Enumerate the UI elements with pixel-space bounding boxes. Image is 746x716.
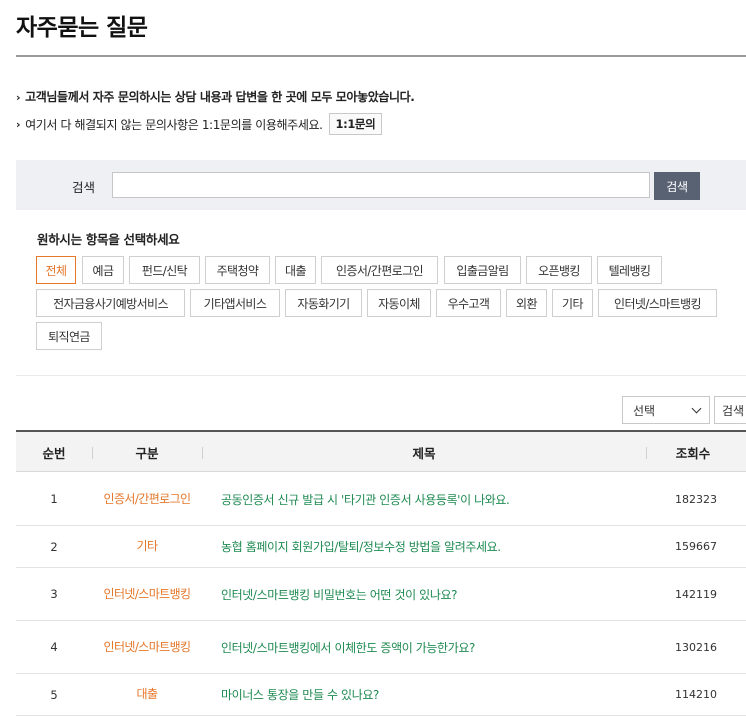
category-other[interactable]: 기타 bbox=[552, 289, 593, 317]
category-other-app-services[interactable]: 기타앱서비스 bbox=[190, 289, 280, 317]
one-to-one-inquiry-button[interactable]: 1:1문의 bbox=[328, 113, 383, 135]
row-number: 3 bbox=[50, 587, 58, 601]
table-row: 3 인터넷/스마트뱅킹 인터넷/스마트뱅킹 비밀번호는 어떤 것이 있나요? 1… bbox=[16, 568, 746, 621]
row-views: 142119 bbox=[675, 587, 717, 601]
filter-search-button[interactable]: 검색 bbox=[714, 396, 746, 424]
row-title-link[interactable]: 마이너스 통장을 만들 수 있나요? bbox=[221, 674, 651, 715]
row-number: 5 bbox=[50, 687, 58, 702]
row-category: 대출 bbox=[136, 687, 158, 701]
category-heading: 원하시는 항목을 선택하세요 bbox=[37, 232, 180, 247]
page-title: 자주묻는 질문 bbox=[16, 15, 148, 41]
category-certificate-login[interactable]: 인증서/간편로그인 bbox=[321, 256, 438, 284]
row-title-link[interactable]: 인터넷/스마트뱅킹에서 이체한도 증액이 가능한가요? bbox=[221, 621, 651, 673]
header-number: 순번 bbox=[42, 445, 66, 461]
table-row: 5 대출 마이너스 통장을 만들 수 있나요? 114210 bbox=[16, 674, 746, 716]
search-input[interactable] bbox=[112, 172, 650, 198]
notice-line-1: › 고객님들께서 자주 문의하시는 상담 내용과 답변을 한 곳에 모두 모아놓았… bbox=[16, 88, 415, 105]
search-button[interactable]: 검색 bbox=[654, 172, 700, 200]
table-header: 순번 구분 제목 조회수 bbox=[16, 432, 746, 472]
table-row: 4 인터넷/스마트뱅킹 인터넷/스마트뱅킹에서 이체한도 증액이 가능한가요? … bbox=[16, 621, 746, 674]
category-fund-trust[interactable]: 펀드/신탁 bbox=[129, 256, 200, 284]
search-type-select[interactable]: 선택 bbox=[622, 396, 710, 424]
search-label: 검색 bbox=[72, 180, 96, 195]
row-views: 159667 bbox=[675, 540, 717, 553]
table-row: 2 기타 농협 홈페이지 회원가입/탈퇴/정보수정 방법을 알려주세요. 159… bbox=[16, 526, 746, 568]
row-category: 인터넷/스마트뱅킹 bbox=[103, 586, 192, 601]
chevron-right-icon: › bbox=[16, 91, 21, 104]
notice-text-2: 여기서 다 해결되지 않는 문의사항은 1:1문의를 이용해주세요. bbox=[25, 117, 323, 132]
row-category: 기타 bbox=[136, 539, 158, 553]
header-views: 조회수 bbox=[675, 445, 711, 461]
row-views: 182323 bbox=[675, 492, 717, 506]
category-deposit[interactable]: 예금 bbox=[82, 256, 124, 284]
category-foreign-exchange[interactable]: 외환 bbox=[506, 289, 547, 317]
search-panel: 검색 검색 bbox=[16, 160, 746, 210]
category-loan[interactable]: 대출 bbox=[275, 256, 316, 284]
row-views: 114210 bbox=[675, 688, 717, 701]
category-auto-transfer[interactable]: 자동이체 bbox=[367, 289, 431, 317]
row-views: 130216 bbox=[675, 640, 717, 654]
table-row: 1 인증서/간편로그인 공동인증서 신규 발급 시 '타기관 인증서 사용등록'… bbox=[16, 473, 746, 526]
header-category: 구분 bbox=[135, 445, 159, 461]
row-title-link[interactable]: 인터넷/스마트뱅킹 비밀번호는 어떤 것이 있나요? bbox=[221, 568, 651, 620]
row-category: 인터넷/스마트뱅킹 bbox=[103, 639, 192, 654]
chevron-right-icon: › bbox=[16, 117, 21, 131]
category-tele-banking[interactable]: 텔레뱅킹 bbox=[597, 256, 662, 284]
category-internet-smart-banking[interactable]: 인터넷/스마트뱅킹 bbox=[598, 289, 717, 317]
row-number: 4 bbox=[50, 640, 58, 654]
category-vip-customer[interactable]: 우수고객 bbox=[436, 289, 501, 317]
category-all[interactable]: 전체 bbox=[36, 256, 76, 284]
chevron-down-icon bbox=[691, 403, 702, 413]
header-title: 제목 bbox=[412, 445, 436, 461]
row-number: 2 bbox=[50, 539, 58, 554]
notice-line-2: › 여기서 다 해결되지 않는 문의사항은 1:1문의를 이용해주세요. 1:1문… bbox=[16, 113, 383, 135]
row-category: 인증서/간편로그인 bbox=[103, 491, 192, 506]
category-fraud-prevention[interactable]: 전자금융사기예방서비스 bbox=[36, 289, 185, 317]
section-divider bbox=[16, 375, 746, 376]
row-title-link[interactable]: 농협 홈페이지 회원가입/탈퇴/정보수정 방법을 알려주세요. bbox=[221, 526, 651, 567]
notice-text-1: 고객님들께서 자주 문의하시는 상담 내용과 답변을 한 곳에 모두 모아놓았습… bbox=[25, 90, 415, 104]
category-housing-subscription[interactable]: 주택청약 bbox=[205, 256, 270, 284]
title-divider bbox=[16, 55, 746, 57]
category-atm[interactable]: 자동화기기 bbox=[285, 289, 362, 317]
category-transaction-alert[interactable]: 입출금알림 bbox=[444, 256, 521, 284]
row-number: 1 bbox=[50, 492, 58, 506]
select-value: 선택 bbox=[633, 403, 656, 418]
category-open-banking[interactable]: 오픈뱅킹 bbox=[526, 256, 592, 284]
category-retirement-pension[interactable]: 퇴직연금 bbox=[36, 322, 102, 350]
row-title-link[interactable]: 공동인증서 신규 발급 시 '타기관 인증서 사용등록'이 나와요. bbox=[221, 473, 651, 525]
